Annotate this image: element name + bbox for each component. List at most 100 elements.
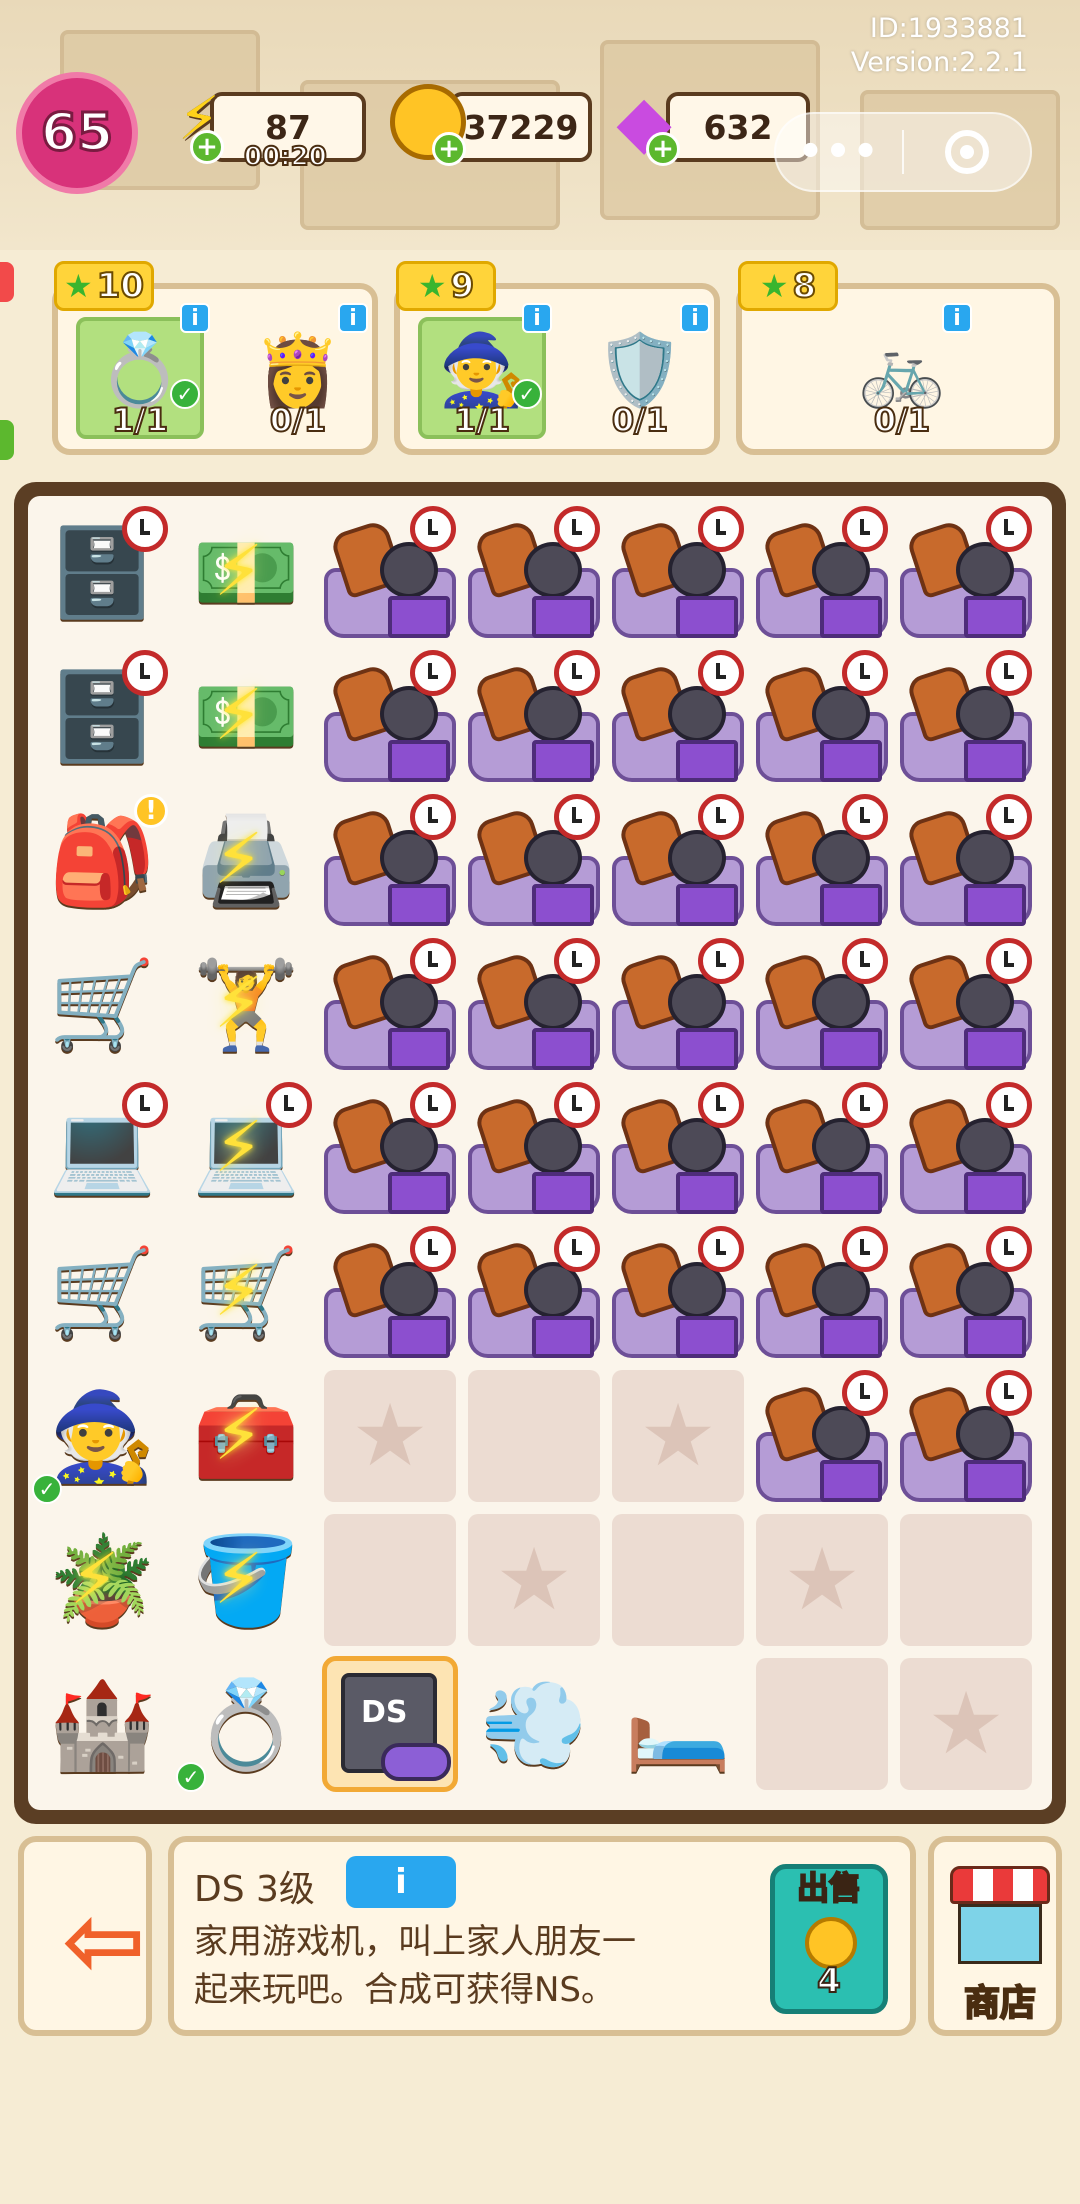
cash-register-item[interactable]: 💵 ⚡ [174,500,318,644]
locker-item[interactable]: 🗄️ [30,644,174,788]
gym-cart-item[interactable]: 🛒 [30,932,174,1076]
close-app-button[interactable] [904,130,1030,174]
locked-gift-box[interactable] [318,500,462,644]
add-energy-button[interactable]: + [190,130,224,164]
empty-cell[interactable]: ★ [756,1514,888,1646]
order-item[interactable]: 🚲 0/1 i [838,303,972,440]
wizard-duck-item[interactable]: 🧙 ✓ [30,1364,174,1508]
more-menu-button[interactable]: ••• [776,129,902,175]
shopping-cart-duck-item[interactable]: 🛒 ⚡ [174,1220,318,1364]
clock-icon [986,938,1032,984]
locked-gift-box[interactable] [606,1076,750,1220]
order-card[interactable]: ★ 10 💍 1/1 i ✓ 👸 0/1 i [52,261,378,455]
clock-icon [986,650,1032,696]
tool-cart-item[interactable]: 🧰 ⚡ [174,1364,318,1508]
locked-gift-box[interactable] [318,644,462,788]
empty-cell[interactable]: ★ [468,1514,600,1646]
info-icon[interactable]: i [338,303,368,333]
empty-cell[interactable]: ★ [324,1370,456,1502]
locked-gift-box[interactable] [318,1220,462,1364]
locked-gift-box[interactable] [318,1076,462,1220]
gem-value: 632 [703,107,773,147]
golden-ring-item[interactable]: 💍 ✓ [174,1652,318,1796]
empty-cell[interactable]: ★ [612,1370,744,1502]
selected-item-ds[interactable]: DS [322,1656,458,1792]
locked-gift-box[interactable] [750,788,894,932]
locked-gift-box[interactable] [462,1076,606,1220]
locked-gift-box[interactable] [606,1220,750,1364]
side-order-edge [0,262,14,302]
locked-gift-box[interactable] [750,1220,894,1364]
exercise-machine-item[interactable]: 🏋️ ⚡ [174,932,318,1076]
player-level-badge[interactable]: 65 [16,72,138,194]
build-info: ID:1933881 Version:2.2.1 [851,12,1028,80]
locked-gift-box[interactable] [894,1220,1038,1364]
info-icon[interactable]: i [942,303,972,333]
hair-dryer-item[interactable]: 💨 [462,1652,606,1796]
locked-gift-box[interactable] [606,932,750,1076]
locked-gift-box[interactable] [462,500,606,644]
order-item[interactable]: 👸 0/1 i [234,303,368,440]
order-reward-tag: ★ 10 [54,261,154,311]
locked-gift-box[interactable] [750,932,894,1076]
empty-cell[interactable]: ★ [900,1658,1032,1790]
cash-register-item[interactable]: 💵 ⚡ [174,644,318,788]
locked-gift-box[interactable] [894,1076,1038,1220]
locked-gift-box[interactable] [894,788,1038,932]
locked-gift-box[interactable] [606,500,750,644]
empty-cell[interactable] [612,1514,744,1646]
description-line: 家用游戏机，叫上家人朋友一 [194,1922,636,1962]
shop-button[interactable]: 商店 [928,1836,1062,2036]
item-info-button[interactable]: i [346,1856,456,1908]
shopping-cart-duck-item[interactable]: 🛒 [30,1220,174,1364]
locked-gift-box[interactable] [606,788,750,932]
locked-gift-box[interactable] [894,932,1038,1076]
order-card[interactable]: ★ 9 🧙 1/1 i ✓ 🛡️ 0/1 i [394,261,720,455]
locked-gift-box[interactable] [318,932,462,1076]
order-card[interactable]: ★ 8 🚲 0/1 i [736,261,1060,455]
sprout-pot-item[interactable]: 🪴 ⚡ [30,1508,174,1652]
info-icon[interactable]: i [680,303,710,333]
locked-gift-box[interactable] [462,644,606,788]
locked-gift-box[interactable] [750,644,894,788]
info-icon[interactable]: i [180,303,210,333]
clock-icon [842,794,888,840]
locked-gift-box[interactable] [894,644,1038,788]
add-gems-button[interactable]: + [646,132,680,166]
selected-item-title: DS 3级 [194,1869,315,1910]
laptop-item[interactable]: 💻 ⚡ [174,1076,318,1220]
locker-item[interactable]: 🗄️ [30,500,174,644]
laptop-item[interactable]: 💻 [30,1076,174,1220]
order-item[interactable]: 💍 1/1 i ✓ [76,303,210,440]
locked-gift-box[interactable] [318,788,462,932]
blue-printer-item[interactable]: 🖨️ ⚡ [174,788,318,932]
locked-gift-box[interactable] [750,1364,894,1508]
gamepad-icon [381,1743,451,1781]
empty-pot-item[interactable]: 🪣 ⚡ [174,1508,318,1652]
info-icon[interactable]: i [522,303,552,333]
castle-item[interactable]: 🏰 [30,1652,174,1796]
empty-cell[interactable] [324,1514,456,1646]
locked-gift-box[interactable] [462,788,606,932]
clock-icon [698,794,744,840]
locked-gift-box[interactable] [894,1364,1038,1508]
order-item[interactable]: 🛡️ 0/1 i [576,303,710,440]
sell-button[interactable]: 出售 4 [770,1864,888,2014]
exit-button[interactable]: ⇦ [18,1836,152,2036]
order-reward-tag: ★ 9 [396,261,496,311]
empty-cell[interactable] [900,1514,1032,1646]
coin-counter[interactable]: 37229 [450,92,592,162]
locked-gift-box[interactable] [750,500,894,644]
add-coins-button[interactable]: + [432,132,466,166]
empty-cell[interactable] [468,1370,600,1502]
locked-gift-box[interactable] [894,500,1038,644]
order-item[interactable]: 🧙 1/1 i ✓ [418,303,552,440]
castle-icon: 🏰 [48,1674,156,1775]
locked-gift-box[interactable] [462,932,606,1076]
empty-cell[interactable] [756,1658,888,1790]
locked-gift-box[interactable] [462,1220,606,1364]
locked-gift-box[interactable] [750,1076,894,1220]
pink-backpack-item[interactable]: 🎒! [30,788,174,932]
pillow-item[interactable]: 🛏️ [606,1652,750,1796]
locked-gift-box[interactable] [606,644,750,788]
